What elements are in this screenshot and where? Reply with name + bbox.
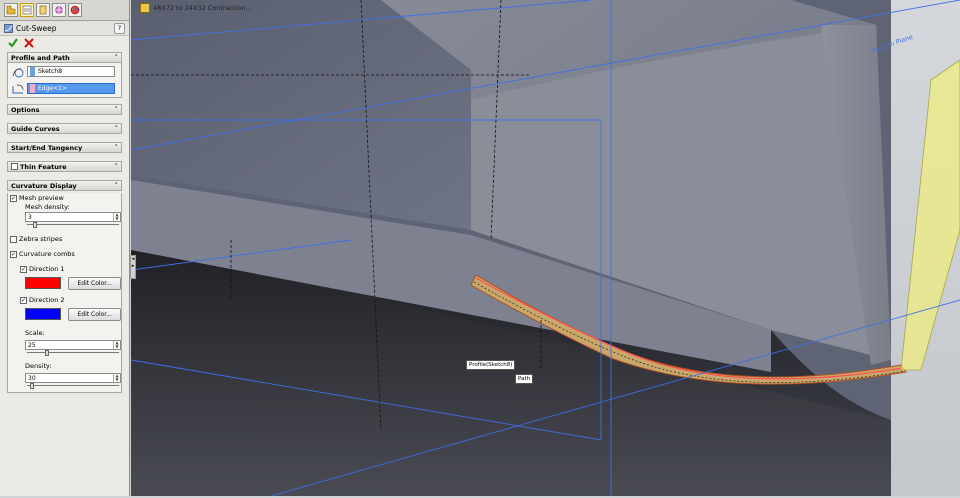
mesh-density-slider[interactable]	[25, 222, 121, 228]
mesh-preview-checkbox[interactable]: ✓	[10, 194, 17, 202]
path-color-icon	[30, 84, 35, 93]
direction2-checkbox[interactable]: ✓	[20, 296, 27, 304]
direction1-color-swatch	[25, 277, 62, 289]
property-manager-tab[interactable]	[20, 3, 34, 17]
chevron-up-icon: ˄	[114, 53, 119, 62]
cancel-x-icon[interactable]	[24, 38, 34, 48]
chevron-down-icon: ˅	[114, 162, 119, 171]
chevron-down-icon: ˅	[114, 124, 119, 133]
mesh-density-input[interactable]: 3 ▲ ▼	[25, 212, 121, 222]
mesh-density-value: 3	[28, 213, 32, 221]
panel-splitter-handle[interactable]: ◂ ▸	[130, 255, 136, 279]
zebra-stripes-row: Zebra stripes	[8, 234, 121, 244]
path-value: Edge<1>	[38, 85, 67, 92]
spinner-icon[interactable]: ▲ ▼	[113, 341, 120, 349]
breadcrumb[interactable]: 48X72 to 24X32 Contraction...	[140, 3, 252, 13]
direction2-label: Direction 2	[29, 296, 65, 304]
thin-feature-header[interactable]: Thin Feature ˅	[7, 161, 122, 172]
path-icon	[12, 84, 24, 93]
scale-input[interactable]: 25 ▲ ▼	[25, 340, 121, 350]
chevron-up-icon: ˄	[114, 181, 119, 190]
zebra-stripes-checkbox[interactable]	[10, 235, 17, 243]
mesh-density-label: Mesh density:	[25, 203, 70, 211]
direction1-checkbox[interactable]: ✓	[20, 265, 27, 273]
profile-and-path-body: Sketch8 Edge<1>	[7, 63, 122, 98]
options-header[interactable]: Options ˅	[7, 104, 122, 115]
profile-value: Sketch8	[38, 68, 63, 75]
palette-icon	[70, 5, 80, 15]
manager-tabs	[0, 0, 129, 21]
ok-checkmark-icon[interactable]	[8, 38, 18, 48]
part-icon	[140, 3, 150, 13]
thin-feature-checkbox[interactable]	[11, 163, 18, 170]
scale-value: 25	[28, 341, 36, 349]
zebra-stripes-label: Zebra stripes	[19, 235, 63, 243]
model-scene	[130, 0, 960, 497]
breadcrumb-label: 48X72 to 24X32 Contraction...	[153, 4, 252, 12]
profile-callout[interactable]: Profile(Sketch8)	[466, 360, 516, 370]
property-manager: Cut-Sweep ? Profile and Path ˄ Sketch8 E…	[0, 0, 130, 496]
spinner-icon[interactable]: ▲ ▼	[113, 374, 120, 382]
feature-tree-icon	[6, 5, 16, 15]
curvature-combs-row: ✓ Curvature combs	[8, 249, 121, 259]
curvature-combs-checkbox[interactable]: ✓	[10, 250, 17, 258]
curvature-display-body: ✓ Mesh preview Mesh density: 3 ▲ ▼ Zebra …	[7, 193, 122, 393]
ok-cancel-row	[0, 36, 129, 50]
profile-color-icon	[30, 67, 35, 76]
dimxpert-tab[interactable]	[52, 3, 66, 17]
edit-color-button-1[interactable]: Edit Color...	[68, 276, 121, 290]
spinner-icon[interactable]: ▲ ▼	[113, 213, 120, 221]
path-selection-box[interactable]: Edge<1>	[27, 83, 115, 94]
feature-header: Cut-Sweep ?	[0, 21, 129, 36]
density-input[interactable]: 30 ▲ ▼	[25, 373, 121, 383]
feature-title: Cut-Sweep	[16, 23, 57, 33]
curvature-display-header[interactable]: Curvature Display ˄	[7, 180, 122, 191]
profile-icon	[12, 68, 24, 77]
chevron-down-icon: ˅	[114, 143, 119, 152]
density-slider[interactable]	[25, 383, 121, 389]
configuration-icon	[39, 5, 47, 15]
section-title: Start/End Tangency	[11, 143, 83, 152]
section-title: Profile and Path	[11, 53, 70, 62]
section-title: Guide Curves	[11, 124, 60, 133]
curvature-combs-label: Curvature combs	[19, 250, 75, 258]
path-row: Edge<1>	[8, 80, 121, 97]
mesh-preview-label: Mesh preview	[19, 194, 64, 202]
density-value: 30	[28, 374, 36, 382]
direction2-row: ✓ Direction 2	[8, 295, 121, 305]
density-label: Density:	[25, 362, 52, 370]
direction1-label: Direction 1	[29, 265, 65, 273]
scale-label: Scale:	[25, 329, 45, 337]
section-title: Options	[11, 105, 40, 114]
edit-color-button-2[interactable]: Edit Color...	[68, 307, 121, 321]
section-title: Curvature Display	[11, 181, 77, 190]
chevron-down-icon: ˅	[114, 105, 119, 114]
path-callout[interactable]: Path	[515, 374, 534, 384]
property-icon	[22, 5, 32, 15]
cut-sweep-icon	[4, 23, 13, 33]
start-end-tangency-header[interactable]: Start/End Tangency ˅	[7, 142, 122, 153]
direction1-row: ✓ Direction 1	[8, 264, 121, 274]
profile-row: Sketch8	[8, 63, 121, 80]
section-title: Thin Feature	[20, 162, 67, 171]
direction1-color-row: Edit Color...	[8, 274, 121, 292]
graphics-viewport[interactable]	[130, 0, 960, 497]
mesh-preview-row: ✓ Mesh preview	[8, 193, 121, 203]
direction2-color-row: Edit Color...	[8, 305, 121, 323]
feature-tree-tab[interactable]	[4, 3, 18, 17]
crosshair-icon	[54, 5, 64, 15]
slider-thumb[interactable]	[30, 383, 34, 389]
slider-thumb[interactable]	[45, 350, 49, 356]
direction2-color-swatch	[25, 308, 62, 320]
slider-thumb[interactable]	[33, 222, 37, 228]
scale-slider[interactable]	[25, 350, 121, 356]
help-button[interactable]: ?	[114, 22, 125, 34]
profile-selection-box[interactable]: Sketch8	[27, 66, 115, 77]
configuration-tab[interactable]	[36, 3, 50, 17]
profile-and-path-header[interactable]: Profile and Path ˄	[7, 52, 122, 63]
display-manager-tab[interactable]	[68, 3, 82, 17]
guide-curves-header[interactable]: Guide Curves ˅	[7, 123, 122, 134]
